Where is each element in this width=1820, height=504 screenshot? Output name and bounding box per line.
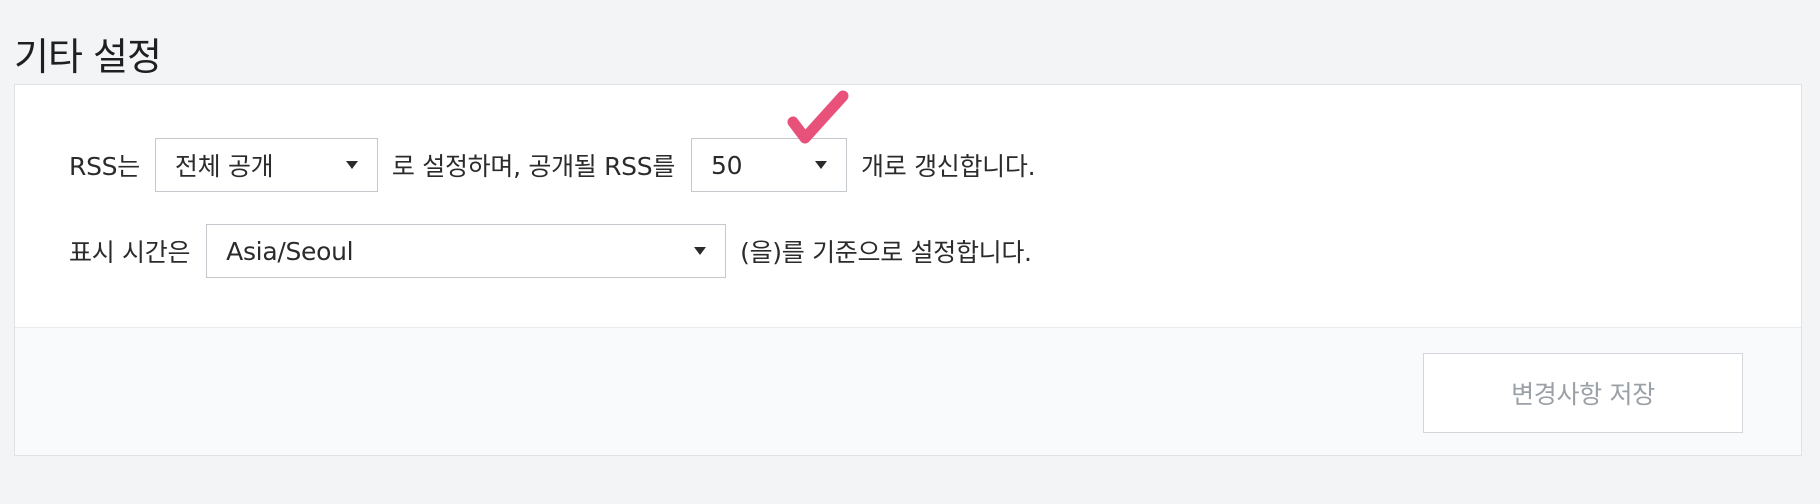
timezone-setting-row: 표시 시간은 Asia/Seoul (을)를 기준으로 설정합니다. xyxy=(69,223,1032,279)
settings-panel: RSS는 전체 공개 로 설정하며, 공개될 RSS를 50 개로 갱신합니다.… xyxy=(14,84,1802,456)
rss-prefix-label: RSS는 xyxy=(69,152,140,181)
rss-setting-row: RSS는 전체 공개 로 설정하며, 공개될 RSS를 50 개로 갱신합니다. xyxy=(69,137,1036,193)
check-mark-icon xyxy=(787,90,849,144)
timezone-select[interactable]: Asia/Seoul xyxy=(206,224,727,278)
rss-visibility-select[interactable]: 전체 공개 xyxy=(154,138,378,192)
page-title: 기타 설정 xyxy=(14,35,162,80)
caret-down-icon xyxy=(815,161,828,169)
caret-down-icon xyxy=(694,247,707,255)
timezone-value: Asia/Seoul xyxy=(226,236,354,266)
timezone-prefix-label: 표시 시간은 xyxy=(69,238,191,267)
rss-count-value: 50 xyxy=(711,150,743,180)
save-changes-button[interactable]: 변경사항 저장 xyxy=(1423,353,1743,433)
settings-panel-body xyxy=(15,85,1801,327)
rss-suffix-label: 개로 갱신합니다. xyxy=(861,152,1036,181)
rss-visibility-value: 전체 공개 xyxy=(174,152,274,181)
caret-down-icon xyxy=(345,161,358,169)
timezone-suffix-label: (을)를 기준으로 설정합니다. xyxy=(740,238,1032,267)
rss-middle-label: 로 설정하며, 공개될 RSS를 xyxy=(391,152,676,181)
